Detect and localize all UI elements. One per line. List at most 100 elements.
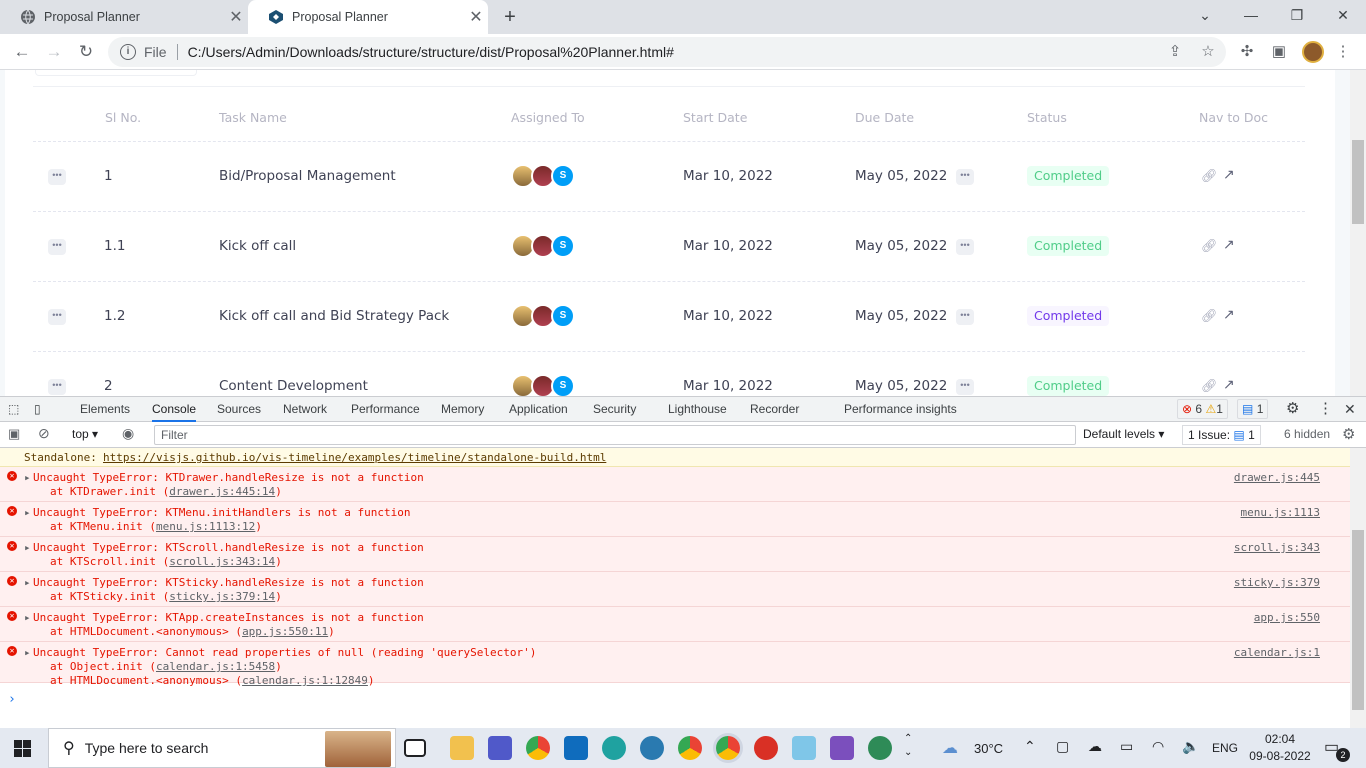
assignee-initial-avatar[interactable]: S [551,234,575,258]
extensions-icon[interactable]: ✣ [1237,42,1257,62]
outlook-icon[interactable] [564,736,588,760]
eye-icon[interactable]: ◉ [122,425,134,442]
link-icon[interactable]: 🔗︎ [1201,238,1218,254]
visual-studio-icon[interactable] [830,736,854,760]
filter-input[interactable]: Filter [154,425,1076,445]
clock-date[interactable]: 09-08-2022 [1248,749,1312,763]
stack-link[interactable]: menu.js:1113:12 [156,520,255,533]
source-link[interactable]: scroll.js:343 [1234,541,1320,554]
open-external-icon[interactable]: ↗ [1223,236,1235,253]
standalone-link[interactable]: https://visjs.github.io/vis-timeline/exa… [103,451,606,464]
devtools-tab-application[interactable]: Application [509,397,568,422]
bookmark-star-icon[interactable]: ☆ [1198,42,1218,62]
info-icon[interactable]: i [120,44,136,60]
row-task-name[interactable]: Kick off call and Bid Strategy Pack [219,308,449,324]
volume-icon[interactable]: 🔈 [1182,738,1199,755]
page-scrollbar-thumb[interactable] [1352,140,1364,224]
share-icon[interactable]: ⇪ [1165,42,1185,62]
info-counter[interactable]: ▤ 1 [1237,399,1269,419]
meet-icon[interactable]: ▢ [1056,738,1069,755]
expand-arrow-icon[interactable]: ▸ [24,541,31,554]
due-date-edit-button[interactable]: ••• [956,239,974,255]
devtools-tab-sources[interactable]: Sources [217,397,261,422]
close-icon[interactable]: ✕ [224,7,248,27]
console-prompt-icon[interactable]: › [8,692,16,707]
chrome-icon[interactable] [526,736,550,760]
restore-icon[interactable]: ❐ [1274,0,1320,34]
settings-gear-icon[interactable]: ⚙ [1286,397,1299,422]
link-icon[interactable]: 🔗︎ [1201,168,1218,184]
console-settings-icon[interactable]: ⚙ [1342,425,1355,443]
chrome-profile-icon[interactable] [678,736,702,760]
devtools-tab-elements[interactable]: Elements [80,397,130,422]
more-options-icon[interactable]: ⋮ [1318,397,1333,422]
errors-warnings-counter[interactable]: ⊗ 6 ⚠1 [1177,399,1228,419]
row-task-name[interactable]: Bid/Proposal Management [219,168,396,184]
row-actions-button[interactable]: ••• [48,379,66,395]
sidebar-toggle-icon[interactable]: ▣ [8,426,20,442]
open-external-icon[interactable]: ↗ [1223,306,1235,323]
console-error-message[interactable]: ✕ ▸ Uncaught TypeError: KTSticky.handleRes… [0,572,1350,607]
assignee-initial-avatar[interactable]: S [551,304,575,328]
wifi-icon[interactable]: ◠ [1152,738,1164,755]
task-view-icon[interactable] [404,739,426,757]
stack-link[interactable]: app.js:550:11 [242,625,328,638]
stack-link[interactable]: sticky.js:379:14 [169,590,275,603]
devtools-tab-security[interactable]: Security [593,397,636,422]
reload-icon[interactable]: ↻ [74,40,98,64]
tab-search-icon[interactable]: ⌄ [1182,0,1228,34]
file-explorer-icon[interactable] [450,736,474,760]
page-scrollbar[interactable] [1350,70,1366,396]
edge-beta-icon[interactable] [640,736,664,760]
row-actions-button[interactable]: ••• [48,309,66,325]
assignee-initial-avatar[interactable]: S [551,164,575,188]
minimize-icon[interactable]: — [1228,0,1274,34]
edge-icon[interactable] [602,736,626,760]
overflow-chevrons-icon[interactable]: ⌃ ⌄ [904,732,912,760]
edge-dev-icon[interactable] [868,736,892,760]
source-link[interactable]: calendar.js:1 [1234,646,1320,659]
clear-console-icon[interactable]: ⊘ [38,425,50,442]
windows-start-icon[interactable] [14,740,31,760]
teams-icon[interactable] [488,736,512,760]
context-selector[interactable]: top ▾ [72,427,98,441]
taskbar-search-box[interactable]: ⚲ Type here to search [48,728,396,768]
row-task-name[interactable]: Kick off call [219,238,296,254]
clock-time[interactable]: 02:04 [1250,732,1310,746]
link-icon[interactable]: 🔗︎ [1201,308,1218,324]
issues-button[interactable]: 1 Issue: ▤ 1 [1182,425,1261,445]
row-actions-button[interactable]: ••• [48,239,66,255]
console-error-message[interactable]: ✕ ▸ Uncaught TypeError: Cannot read proper… [0,642,1350,687]
devtools-tab-console[interactable]: Console [152,397,197,422]
recorder-icon[interactable] [754,736,778,760]
browser-tab-2-active[interactable]: Proposal Planner ✕ [248,0,488,34]
sidepanel-icon[interactable]: ▣ [1269,42,1289,62]
devtools-tab-performance[interactable]: Performance [351,397,420,422]
new-tab-icon[interactable]: + [498,5,522,29]
expand-arrow-icon[interactable]: ▸ [24,471,31,484]
browser-tab-1[interactable]: Proposal Planner ✕ [0,0,248,34]
weather-temp[interactable]: 30°C [974,741,1003,756]
url-text[interactable]: C:/Users/Admin/Downloads/structure/struc… [188,44,674,60]
due-date-edit-button[interactable]: ••• [956,379,974,395]
devtools-tab-performance-insights[interactable]: Performance insights [844,397,957,422]
row-actions-button[interactable]: ••• [48,169,66,185]
stack-link[interactable]: calendar.js:1:12849 [242,674,368,687]
close-icon[interactable]: ✕ [464,7,488,27]
device-toolbar-icon[interactable]: ▯ [34,397,41,422]
close-devtools-icon[interactable]: ✕ [1344,397,1356,422]
levels-dropdown[interactable]: Default levels ▾ [1083,427,1164,441]
console-error-message[interactable]: ✕ ▸ Uncaught TypeError: KTApp.createInstan… [0,607,1350,642]
console-error-message[interactable]: ✕ ▸ Uncaught TypeError: KTDrawer.handleRes… [0,467,1350,502]
link-icon[interactable]: 🔗︎ [1201,378,1218,394]
onedrive-icon[interactable]: ☁ [1088,738,1102,755]
devtools-tab-lighthouse[interactable]: Lighthouse [668,397,727,422]
stack-link[interactable]: calendar.js:1:5458 [156,660,275,673]
inspect-element-icon[interactable]: ⬚ [8,397,19,422]
app-icon[interactable] [792,736,816,760]
due-date-edit-button[interactable]: ••• [956,169,974,185]
console-scrollbar-thumb[interactable] [1352,530,1364,710]
source-link[interactable]: sticky.js:379 [1234,576,1320,589]
devtools-tab-network[interactable]: Network [283,397,327,422]
source-link[interactable]: app.js:550 [1254,611,1320,624]
